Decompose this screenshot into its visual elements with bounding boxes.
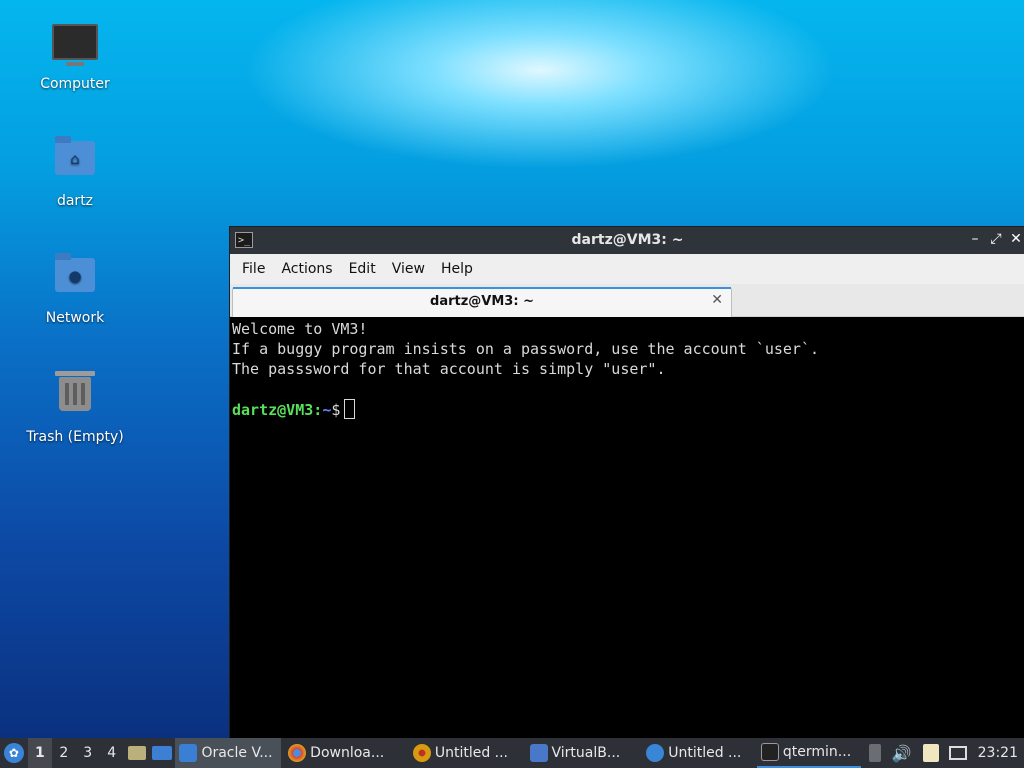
window-title: dartz@VM3: ~ bbox=[571, 232, 684, 248]
task-label: Untitled ... bbox=[434, 745, 509, 761]
show-desktop-icon bbox=[152, 746, 173, 760]
prompt-separator: : bbox=[313, 401, 323, 419]
menubar: File Actions Edit View Help bbox=[230, 254, 1024, 284]
volume-icon[interactable]: 🔊 bbox=[891, 744, 913, 763]
menu-view[interactable]: View bbox=[384, 261, 433, 277]
show-desktop-button[interactable] bbox=[150, 738, 176, 768]
prompt-symbol: $ bbox=[331, 401, 341, 419]
terminal-line: If a buggy program insists on a password… bbox=[232, 340, 819, 358]
file-manager-icon bbox=[127, 746, 146, 760]
tab-label: dartz@VM3: ~ bbox=[430, 294, 534, 309]
terminal-cursor bbox=[344, 399, 356, 419]
prompt-path: ~ bbox=[322, 401, 332, 419]
task-label: Untitled ... bbox=[668, 745, 742, 761]
desktop-icon-label: dartz bbox=[56, 193, 94, 209]
clock[interactable]: 23:21 bbox=[972, 745, 1024, 761]
task-untitled-1[interactable]: Untitled ... bbox=[409, 738, 523, 768]
workspace-1[interactable]: 1 bbox=[27, 738, 52, 768]
trash-icon bbox=[52, 371, 98, 423]
app-icon bbox=[646, 744, 665, 762]
menu-actions[interactable]: Actions bbox=[273, 261, 340, 277]
file-manager-launcher[interactable] bbox=[124, 738, 150, 768]
start-menu-icon: ✿ bbox=[3, 743, 24, 763]
virtualbox-manager-icon bbox=[179, 744, 198, 762]
terminal-line: Welcome to VM3! bbox=[232, 320, 368, 338]
menu-help[interactable]: Help bbox=[433, 261, 481, 277]
notes-icon[interactable] bbox=[922, 744, 939, 762]
chrome-icon bbox=[288, 744, 307, 762]
menu-edit[interactable]: Edit bbox=[341, 261, 384, 277]
system-tray: 🔊 23:21 bbox=[864, 738, 1024, 768]
terminal-window: >_ dartz@VM3: ~ – ⤢ ✕ File Actions Edit … bbox=[229, 226, 1024, 740]
desktop-icon-home[interactable]: ⌂ dartz bbox=[20, 135, 130, 209]
task-qterminal[interactable]: qtermin... bbox=[756, 738, 861, 768]
prompt-user: dartz@VM3 bbox=[232, 401, 314, 419]
network-icon[interactable] bbox=[948, 746, 967, 760]
minimize-button[interactable]: – bbox=[967, 231, 983, 247]
task-untitled-2[interactable]: Untitled ... bbox=[642, 738, 754, 768]
task-label: VirtualB... bbox=[551, 745, 621, 761]
maximize-button[interactable]: ⤢ bbox=[988, 231, 1004, 247]
tab-strip: dartz@VM3: ~ ✕ bbox=[230, 284, 1024, 317]
clipboard-icon[interactable] bbox=[868, 744, 881, 762]
task-downloads[interactable]: Downloa... bbox=[284, 738, 406, 768]
network-folder-icon: ● bbox=[52, 253, 98, 304]
terminal-output[interactable]: Welcome to VM3! If a buggy program insist… bbox=[230, 317, 1024, 739]
desktop-icon-label: Computer bbox=[40, 76, 110, 92]
home-folder-icon: ⌂ bbox=[52, 136, 98, 187]
task-label: Oracle V... bbox=[201, 745, 273, 761]
task-label: qtermin... bbox=[782, 744, 852, 760]
app-icon bbox=[412, 744, 431, 762]
menu-file[interactable]: File bbox=[234, 261, 273, 277]
virtualbox-icon bbox=[529, 744, 548, 762]
desktop-icon-label: Network bbox=[45, 310, 105, 326]
task-virtualbox[interactable]: VirtualB... bbox=[526, 738, 640, 768]
tab-close-icon[interactable]: ✕ bbox=[711, 292, 723, 308]
terminal-icon bbox=[760, 743, 779, 761]
computer-icon bbox=[52, 24, 98, 70]
workspace-4[interactable]: 4 bbox=[100, 738, 124, 768]
workspace-3[interactable]: 3 bbox=[76, 738, 100, 768]
close-button[interactable]: ✕ bbox=[1008, 231, 1024, 247]
task-label: Downloa... bbox=[310, 745, 385, 761]
start-menu-button[interactable]: ✿ bbox=[0, 739, 28, 767]
desktop-icon-computer[interactable]: Computer bbox=[20, 18, 130, 92]
task-oracle-vm[interactable]: Oracle V... bbox=[175, 738, 282, 768]
workspace-2[interactable]: 2 bbox=[52, 738, 76, 768]
taskbar: ✿ 1 2 3 4 Oracle V... Downloa... Untitle… bbox=[0, 738, 1024, 768]
terminal-line: The passsword for that account is simply… bbox=[232, 360, 666, 378]
terminal-prompt: dartz@VM3:~$ bbox=[232, 399, 1023, 420]
desktop-icon-trash[interactable]: Trash (Empty) bbox=[20, 369, 130, 445]
tab-terminal[interactable]: dartz@VM3: ~ ✕ bbox=[232, 287, 732, 317]
window-titlebar[interactable]: >_ dartz@VM3: ~ – ⤢ ✕ bbox=[230, 227, 1024, 254]
desktop-icon-network[interactable]: ● Network bbox=[20, 252, 130, 326]
desktop-icon-label: Trash (Empty) bbox=[26, 429, 124, 445]
